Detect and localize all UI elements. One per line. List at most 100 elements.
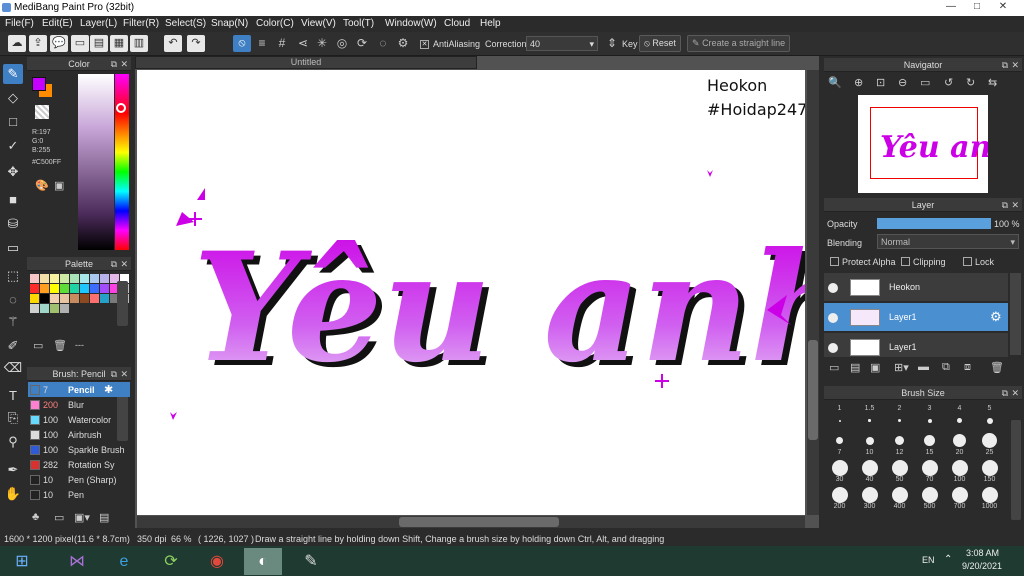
- zoom-in-icon[interactable]: ⊕: [854, 76, 863, 89]
- visibility-icon[interactable]: [828, 283, 838, 293]
- zoom-out-icon[interactable]: ⊖: [898, 76, 907, 89]
- paint-app-icon[interactable]: ✎: [292, 548, 330, 575]
- divide-tool-icon[interactable]: ⎘: [3, 408, 23, 428]
- chrome-icon[interactable]: ◉: [198, 548, 236, 575]
- layer-settings-icon[interactable]: ⚙: [990, 309, 1002, 325]
- snap-grid-icon[interactable]: #: [273, 35, 291, 52]
- palette-swatch[interactable]: [40, 294, 49, 303]
- menu-edit[interactable]: Edit(E): [42, 18, 73, 29]
- palette-swatch[interactable]: [50, 294, 59, 303]
- palette-swatch[interactable]: [60, 284, 69, 293]
- brush-size-option[interactable]: 200: [826, 486, 853, 513]
- palette-swatch[interactable]: [80, 294, 89, 303]
- close-button[interactable]: ✕: [990, 0, 1016, 14]
- dot-tool-icon[interactable]: □: [3, 112, 23, 132]
- brush-size-option[interactable]: 500: [916, 486, 943, 513]
- brush-add-icon[interactable]: ♣: [32, 511, 39, 523]
- palette-swatch[interactable]: [80, 284, 89, 293]
- menu-color[interactable]: Color(C): [256, 18, 294, 29]
- palette-swatch[interactable]: [50, 304, 59, 313]
- snap-parallel-icon[interactable]: ≡: [253, 35, 271, 52]
- magic-wand-tool-icon[interactable]: ⚚: [3, 312, 23, 332]
- delete-palette-icon[interactable]: 🗑: [53, 339, 67, 352]
- palette-swatch[interactable]: [90, 294, 99, 303]
- straight-line-button[interactable]: ✎ Create a straight line: [687, 35, 791, 52]
- brush-size-option[interactable]: 100: [946, 459, 973, 486]
- material-icon[interactable]: ▦: [110, 35, 128, 52]
- palette-swatch[interactable]: [40, 284, 49, 293]
- palette-swatch[interactable]: [60, 304, 69, 313]
- hue-handle[interactable]: [116, 103, 126, 113]
- brush-item[interactable]: 10 Pen (Sharp): [28, 472, 130, 487]
- snap-radial-icon[interactable]: ✳: [313, 35, 331, 52]
- blending-select[interactable]: Normal ▾: [877, 234, 1019, 249]
- actual-size-icon[interactable]: ▭: [920, 76, 930, 89]
- comment-icon[interactable]: 💬: [50, 35, 68, 52]
- save-icon[interactable]: ▤: [90, 35, 108, 52]
- palette-swatch[interactable]: [30, 274, 39, 283]
- navigator-preview[interactable]: Yêu anh: [858, 95, 988, 193]
- brush-size-option[interactable]: 12: [886, 432, 913, 459]
- gradient-tool-icon[interactable]: ▭: [3, 238, 23, 258]
- snap-ellipse-icon[interactable]: ◌: [374, 35, 392, 52]
- close-panel-icon[interactable]: ✕: [1011, 58, 1019, 72]
- popout-icon[interactable]: ⧉: [111, 257, 117, 271]
- layer-scrollbar[interactable]: [1010, 273, 1021, 355]
- canvas-vscroll-thumb[interactable]: [808, 340, 818, 440]
- close-panel-icon[interactable]: ✕: [1011, 198, 1019, 212]
- brush-size-scrollbar[interactable]: [1011, 420, 1021, 520]
- document-tab[interactable]: Untitled: [135, 56, 477, 69]
- palette-swatch[interactable]: [50, 274, 59, 283]
- popout-icon[interactable]: ⧉: [1002, 386, 1008, 400]
- brush-size-option[interactable]: 3: [916, 405, 943, 432]
- primary-color-swatch[interactable]: [32, 77, 46, 91]
- palette-swatch[interactable]: [30, 294, 39, 303]
- brush-size-option[interactable]: 20: [946, 432, 973, 459]
- redo-icon[interactable]: ↷: [187, 35, 205, 52]
- hand-pen-tool-icon[interactable]: ✒: [3, 460, 23, 480]
- palette-swatch[interactable]: [50, 284, 59, 293]
- visual-studio-icon[interactable]: ⋈: [58, 548, 96, 575]
- fit-window-icon[interactable]: ⊡: [876, 76, 885, 89]
- add-layer-menu-icon[interactable]: ⊞▾: [894, 361, 909, 374]
- brush-tool-icon[interactable]: ✎: [3, 64, 23, 84]
- visibility-icon[interactable]: [828, 343, 838, 353]
- brush-size-option[interactable]: 30: [826, 459, 853, 486]
- close-panel-icon[interactable]: ✕: [120, 257, 128, 271]
- start-icon[interactable]: ⊞: [3, 548, 41, 575]
- brush-size-option[interactable]: 1000: [976, 486, 1003, 513]
- shape-fill-tool-icon[interactable]: ■: [3, 190, 23, 210]
- new-halftone-layer-icon[interactable]: ▤: [850, 361, 860, 374]
- brush-item[interactable]: 100 Airbrush: [28, 427, 130, 442]
- menu-help[interactable]: Help: [480, 18, 501, 29]
- palette-swatch[interactable]: [70, 294, 79, 303]
- medibang-taskbar-icon[interactable]: ◐: [244, 548, 282, 575]
- palette-swatch[interactable]: [30, 284, 39, 293]
- delete-layer-icon[interactable]: 🗑: [990, 361, 1004, 374]
- clock-date[interactable]: 9/20/2021: [962, 561, 1002, 571]
- tray-up-icon[interactable]: ⌃: [944, 554, 952, 565]
- new-layer-icon[interactable]: ▭: [829, 361, 839, 374]
- brush-size-option[interactable]: 4: [946, 405, 973, 432]
- brush-size-option[interactable]: 400: [886, 486, 913, 513]
- rotate-left-icon[interactable]: ↺: [944, 76, 953, 89]
- canvas-hscroll[interactable]: [137, 516, 805, 528]
- popout-icon[interactable]: ⧉: [111, 57, 117, 71]
- language-indicator[interactable]: EN: [922, 555, 935, 565]
- antialiasing-checkbox[interactable]: ✕: [420, 40, 429, 49]
- brush-size-option[interactable]: 150: [976, 459, 1003, 486]
- brush-size-option[interactable]: 7: [826, 432, 853, 459]
- brush-size-option[interactable]: 10: [856, 432, 883, 459]
- reset-button[interactable]: ⦸ Reset: [639, 35, 681, 52]
- layer-row-selected[interactable]: Layer1 ⚙: [824, 303, 1008, 332]
- brush-size-option[interactable]: 5: [976, 405, 1003, 432]
- maximize-button[interactable]: □: [964, 0, 990, 14]
- palette-more-icon[interactable]: ---: [75, 340, 84, 350]
- palette-swatch[interactable]: [70, 284, 79, 293]
- menu-snap[interactable]: Snap(N): [211, 18, 248, 29]
- palette-swatch[interactable]: [40, 274, 49, 283]
- menu-cloud[interactable]: Cloud: [444, 18, 470, 29]
- brush-item[interactable]: 200 Blur: [28, 397, 130, 412]
- brush-size-option[interactable]: 1: [826, 405, 853, 432]
- merge-layer-icon[interactable]: ⧈: [964, 361, 971, 374]
